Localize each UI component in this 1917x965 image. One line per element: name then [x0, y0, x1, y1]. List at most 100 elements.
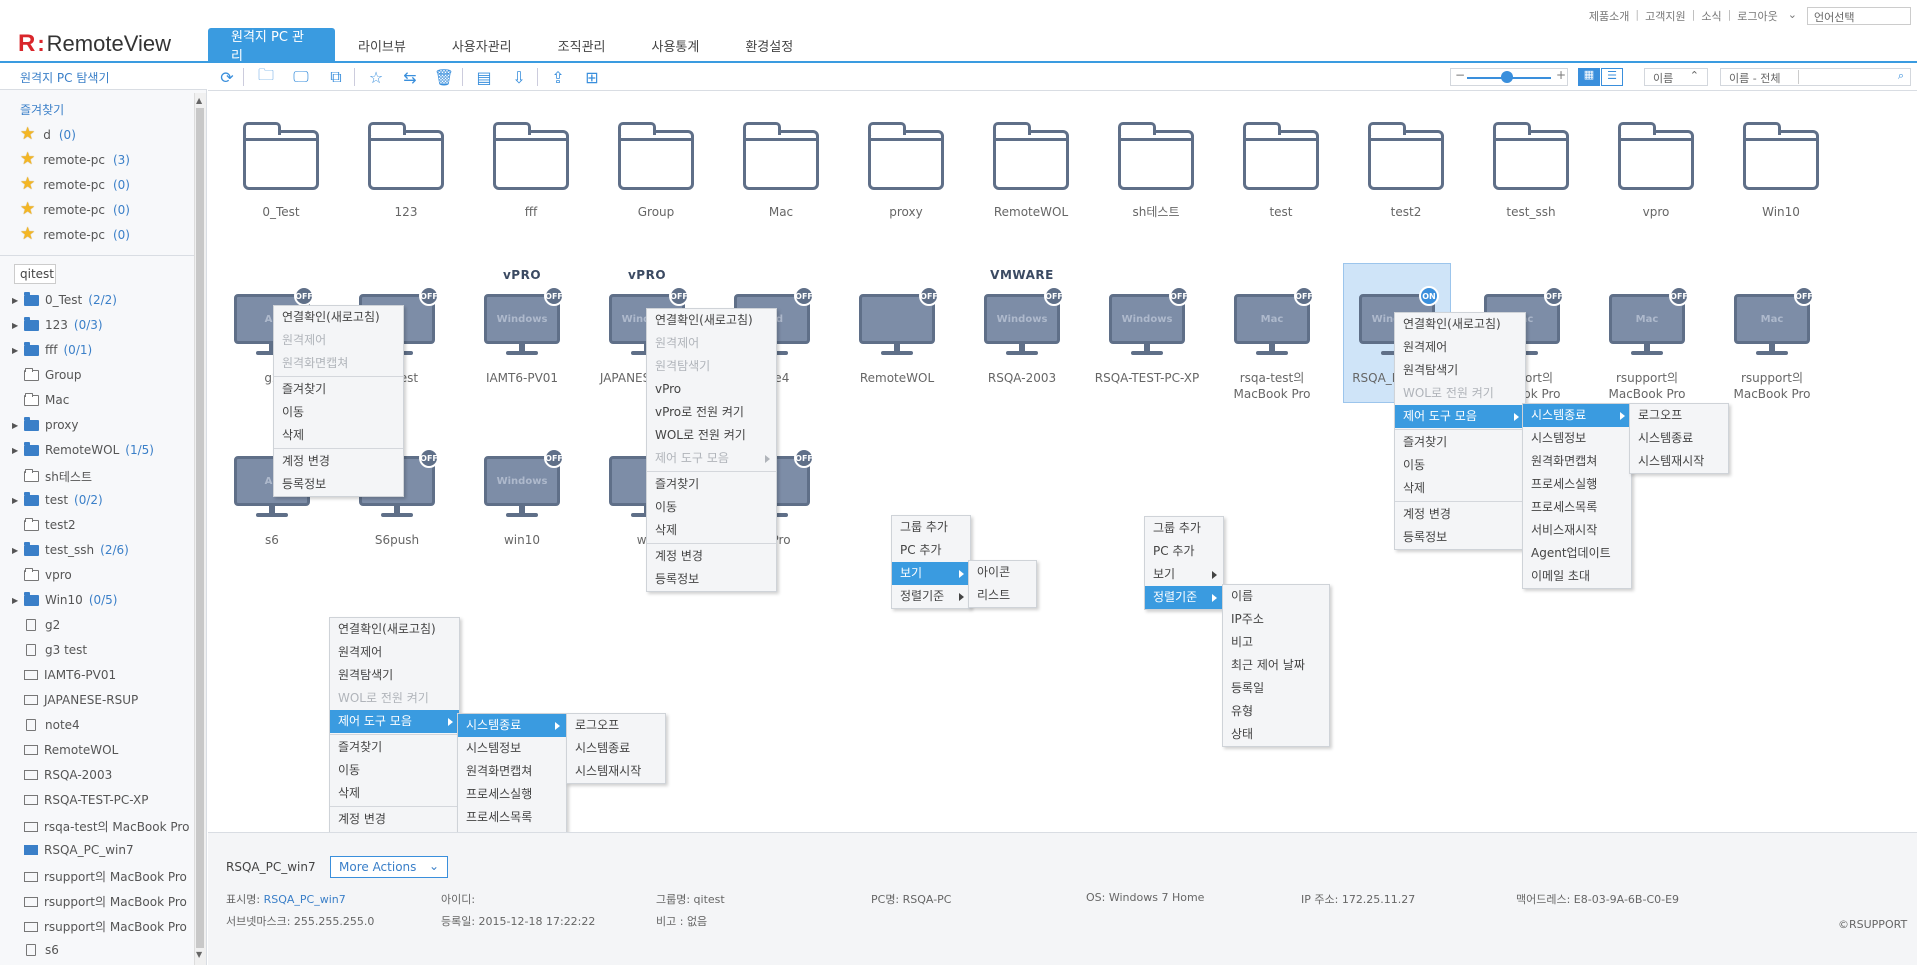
- tree-item[interactable]: ▶ 0_Test (2/2): [12, 291, 117, 307]
- menu-item[interactable]: 삭제: [1395, 477, 1525, 500]
- tab-remote-pc[interactable]: 원격지 PC 관리: [208, 28, 335, 64]
- folder-item[interactable]: test_ssh: [1476, 122, 1586, 222]
- favorite-star-icon[interactable]: ☆: [365, 67, 387, 87]
- menu-item[interactable]: 계정 변경: [1395, 503, 1525, 526]
- menu-item[interactable]: 시스템정보: [458, 737, 566, 760]
- tree-item[interactable]: ▶ Win10 (0/5): [12, 591, 118, 607]
- search-input[interactable]: 이름 - 전체 ⌕: [1720, 68, 1911, 86]
- pc-item[interactable]: Windows OFF win10: [467, 448, 577, 560]
- menu-item[interactable]: vPro로 전원 켜기: [647, 401, 776, 424]
- tree-item[interactable]: g3 test: [12, 643, 87, 657]
- link-support[interactable]: 고객지원: [1645, 8, 1685, 24]
- scroll-down-icon[interactable]: ▼: [196, 950, 202, 959]
- pc-item[interactable]: Mac OFF rsqa-test의 MacBook Pro: [1217, 286, 1327, 401]
- expand-arrow-icon[interactable]: ▶: [12, 346, 18, 355]
- menu-item[interactable]: 원격제어: [1395, 336, 1525, 359]
- batch-icon[interactable]: ⊞: [581, 67, 603, 87]
- tree-item[interactable]: rsupport의 MacBook Pro: [12, 868, 187, 885]
- menu-item[interactable]: 로그오프: [567, 714, 665, 737]
- folder-item[interactable]: Mac: [726, 122, 836, 222]
- folder-item[interactable]: sh테스트: [1101, 122, 1211, 222]
- menu-item[interactable]: 시스템종료: [1523, 404, 1631, 427]
- menu-item[interactable]: 서비스재시작: [1523, 519, 1631, 542]
- tree-item[interactable]: RSQA_PC_win7: [12, 843, 134, 857]
- folder-item[interactable]: vpro: [1601, 122, 1711, 222]
- folder-item[interactable]: RemoteWOL: [976, 122, 1086, 222]
- tree-item[interactable]: ▶ test_ssh (2/6): [12, 541, 129, 557]
- menu-item[interactable]: 삭제: [274, 424, 403, 447]
- zoom-in-button[interactable]: +: [1556, 68, 1566, 82]
- tree-item[interactable]: ▶ RemoteWOL (1/5): [12, 441, 154, 457]
- menu-item[interactable]: 리스트: [969, 584, 1036, 607]
- menu-item[interactable]: 이동: [330, 759, 459, 782]
- folder-item[interactable]: fff: [476, 122, 586, 222]
- favorite-item[interactable]: ★ d (0): [20, 126, 76, 143]
- pc-item[interactable]: Windows OFF RSQA-TEST-PC-XP: [1092, 286, 1202, 398]
- menu-item[interactable]: 아이콘: [969, 561, 1036, 584]
- link-news[interactable]: 소식: [1701, 8, 1721, 24]
- favorite-item[interactable]: ★ remote-pc (0): [20, 201, 130, 218]
- tab-settings[interactable]: 환경설정: [722, 28, 816, 62]
- menu-item[interactable]: 연결확인(새로고침): [647, 309, 776, 332]
- tree-item[interactable]: note4: [12, 718, 80, 732]
- menu-item[interactable]: 시스템재시작: [567, 760, 665, 783]
- tab-org[interactable]: 조직관리: [535, 28, 629, 62]
- menu-item[interactable]: 그룹 추가: [1145, 517, 1223, 540]
- pc-item[interactable]: vPRO Windows OFF IAMT6-PV01: [467, 268, 577, 398]
- tree-item[interactable]: ▶ 123 (0/3): [12, 316, 103, 332]
- menu-item[interactable]: 그룹 추가: [892, 516, 970, 539]
- expand-arrow-icon[interactable]: ▶: [12, 546, 18, 555]
- folder-item[interactable]: proxy: [851, 122, 961, 222]
- tree-item[interactable]: Group: [12, 367, 82, 382]
- tree-item[interactable]: RemoteWOL: [12, 743, 118, 757]
- menu-item[interactable]: 시스템종료: [567, 737, 665, 760]
- tree-item[interactable]: ▶ fff (0/1): [12, 341, 92, 357]
- menu-item[interactable]: 즐겨찾기: [330, 736, 459, 759]
- expand-arrow-icon[interactable]: ▶: [12, 596, 18, 605]
- menu-item[interactable]: 등록정보: [1395, 526, 1525, 549]
- menu-item[interactable]: 프로세스실행: [1523, 473, 1631, 496]
- menu-item[interactable]: 유형: [1223, 700, 1329, 723]
- tab-liveview[interactable]: 라이브뷰: [335, 28, 429, 62]
- pc-item[interactable]: OFF RemoteWOL: [842, 286, 952, 398]
- scroll-up-icon[interactable]: ▲: [196, 96, 202, 105]
- menu-item[interactable]: 삭제: [330, 782, 459, 805]
- menu-item[interactable]: 즐겨찾기: [1395, 431, 1525, 454]
- folder-item[interactable]: 0_Test: [226, 122, 336, 222]
- pc-item[interactable]: MacOFFrsupport의 MacBook Pro: [1592, 286, 1702, 401]
- favorite-item[interactable]: ★ remote-pc (3): [20, 151, 130, 168]
- zoom-out-button[interactable]: −: [1455, 68, 1465, 82]
- menu-item[interactable]: vPro: [647, 378, 776, 401]
- add-pc-icon[interactable]: 🖵: [290, 67, 312, 87]
- menu-item[interactable]: 시스템종료: [1630, 427, 1728, 450]
- tree-item[interactable]: sh테스트: [12, 468, 92, 485]
- menu-item[interactable]: 원격탐색기: [330, 664, 459, 687]
- refresh-icon[interactable]: ⟳: [216, 67, 238, 87]
- menu-item[interactable]: 프로세스목록: [1523, 496, 1631, 519]
- menu-item[interactable]: 연결확인(새로고침): [274, 306, 403, 329]
- menu-item[interactable]: 시스템종료: [458, 714, 566, 737]
- folder-item[interactable]: 123: [351, 122, 461, 222]
- expand-arrow-icon[interactable]: ▶: [12, 321, 18, 330]
- tree-item[interactable]: rsqa-test의 MacBook Pro: [12, 818, 189, 835]
- folder-item[interactable]: test2: [1351, 122, 1461, 222]
- tree-item[interactable]: vpro: [12, 567, 72, 582]
- menu-item[interactable]: 즐겨찾기: [647, 473, 776, 496]
- menu-item[interactable]: 이동: [274, 401, 403, 424]
- search-icon[interactable]: ⌕: [1898, 69, 1904, 83]
- delete-icon[interactable]: 🗑: [433, 67, 455, 87]
- more-actions-button[interactable]: More Actions ⌄: [330, 856, 448, 878]
- tree-item[interactable]: g2: [12, 618, 60, 632]
- move-pc-icon[interactable]: ⧉: [325, 67, 347, 87]
- import-icon[interactable]: ⇪: [547, 67, 569, 87]
- list-view-icon[interactable]: ☰: [1601, 68, 1623, 86]
- favorite-item[interactable]: ★ remote-pc (0): [20, 176, 130, 193]
- tab-users[interactable]: 사용자관리: [429, 28, 535, 62]
- expand-arrow-icon[interactable]: ▶: [12, 446, 18, 455]
- export-icon[interactable]: ⇩: [508, 67, 530, 87]
- menu-item[interactable]: 연결확인(새로고침): [1395, 313, 1525, 336]
- tree-item[interactable]: RSQA-2003: [12, 768, 112, 782]
- menu-item[interactable]: 원격탐색기: [1395, 359, 1525, 382]
- pc-item[interactable]: VMWARE Windows OFF RSQA-2003: [967, 268, 1077, 398]
- menu-item[interactable]: 이동: [1395, 454, 1525, 477]
